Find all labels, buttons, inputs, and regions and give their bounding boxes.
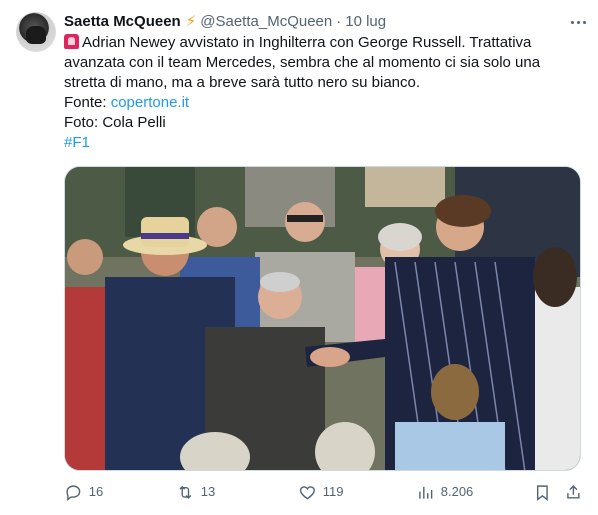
author-name[interactable]: Saetta McQueen [64,12,181,32]
heart-icon [299,485,315,500]
retweet-count: 13 [200,484,216,499]
views-button[interactable]: 8.206 [416,483,473,502]
tweet-header: Saetta McQueen ⚡ @Saetta_McQueen · 10 lu… [64,12,582,32]
like-button[interactable]: 119 [298,483,343,502]
retweet-icon [179,485,192,499]
reply-count: 16 [88,484,104,499]
retweet-button[interactable]: 13 [176,483,215,502]
author-handle[interactable]: @Saetta_McQueen [200,12,332,32]
lightning-bolt-icon: ⚡ [185,13,197,30]
separator-dot: · [336,13,342,30]
source-link[interactable]: copertone.it [111,94,189,111]
tweet-text: Adrian Newey avvistato in Inghilterra co… [64,33,574,153]
hashtag-link[interactable]: #F1 [64,133,574,153]
tweet-body: Adrian Newey avvistato in Inghilterra co… [64,34,541,91]
tweet-content: Saetta McQueen ⚡ @Saetta_McQueen · 10 lu… [64,12,586,153]
views-count: 8.206 [440,484,474,499]
tweet-photo[interactable] [64,166,581,471]
source-label: Fonte: [64,94,111,111]
analytics-icon [419,486,433,499]
bookmark-icon [536,485,548,501]
tweet-card[interactable]: Saetta McQueen ⚡ @Saetta_McQueen · 10 lu… [0,0,598,515]
share-icon [567,484,580,499]
rotating-light-icon [64,34,79,49]
more-options-icon[interactable] [566,10,590,34]
reply-button[interactable]: 16 [64,483,103,502]
tweet-date[interactable]: 10 lug [345,12,386,32]
action-bar: 16 13 119 8.206 [64,482,582,502]
like-count: 119 [322,484,344,499]
avatar[interactable] [16,12,56,52]
bookmark-button[interactable] [533,483,552,502]
reply-icon [66,485,81,501]
photo-credit: Foto: Cola Pelli [64,114,166,131]
share-button[interactable] [564,483,583,502]
